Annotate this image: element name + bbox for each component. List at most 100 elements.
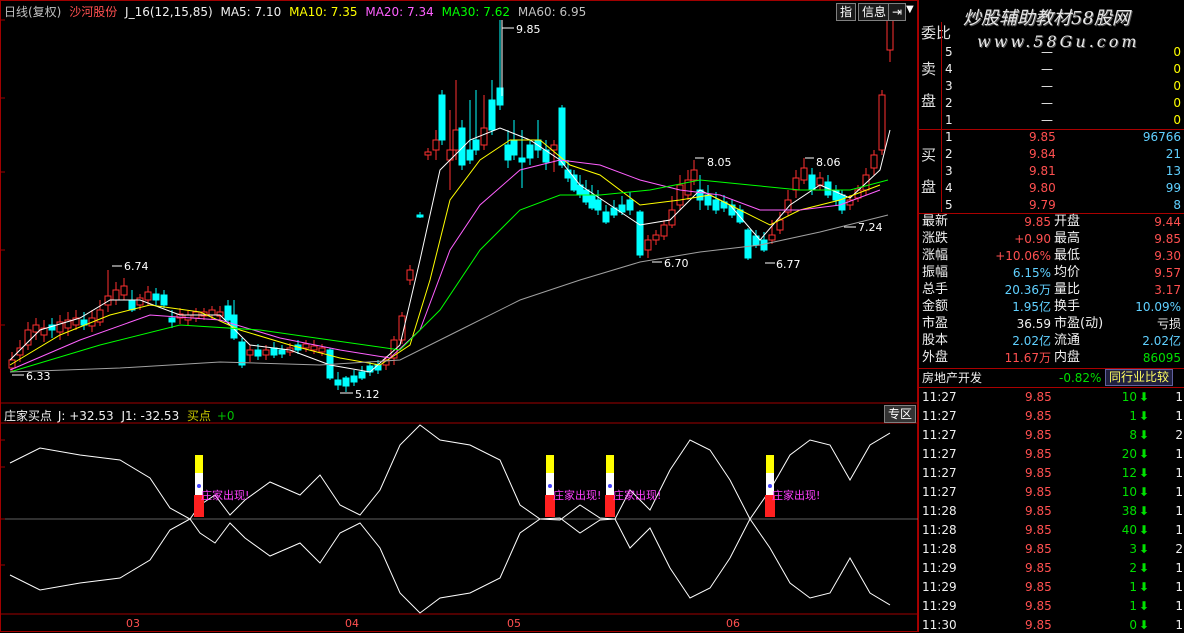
tick-row[interactable]: 11:27 9.85 10 ⬇ 1 [919, 484, 1184, 500]
sell-level-row[interactable]: 1 — 0 [919, 112, 1184, 128]
tick-count: 1 [1175, 409, 1183, 423]
tick-row[interactable]: 11:27 9.85 8 ⬇ 2 [919, 427, 1184, 443]
down-arrow-icon: ⬇ [1138, 599, 1149, 613]
candle-body [160, 294, 168, 306]
tick-row[interactable]: 11:27 9.85 20 ⬇ 1 [919, 446, 1184, 462]
signal-label-2: 庄家出现! [553, 489, 602, 502]
down-arrow-icon: ⬇ [1138, 542, 1149, 556]
candle-body [644, 239, 652, 251]
industry-compare-button[interactable]: 同行业比较 [1105, 369, 1174, 386]
buy-level-row[interactable]: 1 9.85 96766 [919, 129, 1184, 145]
buy-label-2: 盘 [921, 178, 937, 196]
tick-row[interactable]: 11:27 9.85 12 ⬇ 1 [919, 465, 1184, 481]
candle-body [594, 199, 602, 211]
tick-row[interactable]: 11:29 9.85 2 ⬇ 1 [919, 560, 1184, 576]
tick-row[interactable]: 11:29 9.85 1 ⬇ 1 [919, 579, 1184, 595]
candle-body [712, 199, 720, 211]
quote-row: 最新 9.85 开盘 9.44 [919, 214, 1184, 230]
zone-button[interactable]: 专区 [884, 405, 917, 423]
quote-row: 振幅 6.15% 均价 9.57 [919, 265, 1184, 281]
tick-row[interactable]: 11:28 9.85 40 ⬇ 1 [919, 522, 1184, 538]
candle-body [452, 129, 460, 151]
quote-value-left: 9.85 [1024, 215, 1051, 229]
x-axis-label-03: 03 [126, 617, 140, 630]
candle-body [318, 347, 326, 353]
candle-body [588, 194, 596, 209]
buy-level-row[interactable]: 3 9.81 13 [919, 163, 1184, 179]
tick-row[interactable]: 11:28 9.85 3 ⬇ 2 [919, 541, 1184, 557]
sell-level-row[interactable]: 4 — 0 [919, 61, 1184, 77]
candle-body [488, 99, 496, 131]
signal-label-4: 庄家出现! [772, 489, 821, 502]
sell-level-num: 5 [945, 45, 953, 59]
index-button[interactable]: 指 [836, 3, 857, 21]
candle-body [472, 139, 480, 151]
chevron-down-icon[interactable]: ▼ [906, 4, 914, 15]
sell-level-row[interactable]: 5 — 0 [919, 44, 1184, 60]
tick-volume: 20 [1121, 447, 1137, 461]
tick-volume: 40 [1121, 523, 1137, 537]
stock-name: 沙河股份 [69, 5, 118, 19]
sell-level-row[interactable]: 2 — 0 [919, 95, 1184, 111]
quote-value-left: 20.36万 [1004, 283, 1051, 297]
price-label-high-2: 9.85 [516, 23, 541, 36]
quote-value-left: 36.59 [1016, 317, 1051, 331]
candle-body [800, 167, 808, 181]
tick-row[interactable]: 11:29 9.85 1 ⬇ 1 [919, 598, 1184, 614]
ma30-label: MA30: 7.62 [441, 5, 511, 19]
tick-count: 2 [1175, 428, 1183, 442]
buy-level-row[interactable]: 4 9.80 99 [919, 180, 1184, 196]
down-arrow-icon: ⬇ [1138, 447, 1149, 461]
sub-indicator-name[interactable]: 庄家买点 [4, 409, 52, 423]
quote-value-left: +10.06% [995, 249, 1051, 263]
tick-row[interactable]: 11:27 9.85 1 ⬇ 1 [919, 408, 1184, 424]
tick-row[interactable]: 11:27 9.85 10 ⬇ 1 [919, 389, 1184, 405]
signal-marker-dot [608, 484, 612, 488]
tick-price: 9.85 [1025, 618, 1052, 632]
chart-canvas[interactable] [0, 0, 918, 632]
collapse-arrow-icon[interactable]: ⇥ [888, 3, 907, 21]
down-arrow-icon: ⬇ [1138, 580, 1149, 594]
sell-level-row[interactable]: 3 — 0 [919, 78, 1184, 94]
tick-count: 1 [1175, 561, 1183, 575]
tick-row[interactable]: 11:28 9.85 38 ⬇ 1 [919, 503, 1184, 519]
signal-bar-yellow [606, 455, 614, 473]
price-label-low-4: 6.77 [776, 258, 801, 271]
quote-value-left: +0.90 [1014, 232, 1051, 246]
candle-body [310, 345, 318, 351]
signal-bar-yellow [195, 455, 203, 473]
kline-chart[interactable]: 日线(复权) 沙河股份 J_16(12,15,85) MA5: 7.10 MA1… [0, 0, 918, 632]
down-arrow-icon: ⬇ [1138, 504, 1149, 518]
j1-line [9, 447, 891, 614]
signal-marker-dot [548, 484, 552, 488]
quote-key-left: 涨跌 [922, 231, 949, 246]
tick-count: 2 [1175, 542, 1183, 556]
x-axis-label-05: 05 [507, 617, 521, 630]
sell-level-volume: 0 [1173, 62, 1181, 76]
ma5-label: MA5: 7.10 [220, 5, 282, 19]
period-label[interactable]: 日线(复权) [4, 5, 61, 19]
buy-level-row[interactable]: 2 9.84 21 [919, 146, 1184, 162]
buy-level-row[interactable]: 5 9.79 8 [919, 197, 1184, 213]
j1-value: J1: -32.53 [121, 409, 180, 423]
tick-volume: 10 [1121, 390, 1137, 404]
watermark-title: 炒股辅助教材58股网 [963, 8, 1130, 29]
tick-volume: 1 [1129, 580, 1137, 594]
buy-level-volume: 8 [1173, 198, 1181, 212]
quote-value-right: 亏损 [1156, 317, 1181, 331]
tick-row[interactable]: 11:30 9.85 0 ⬇ 1 [919, 617, 1184, 633]
tick-price: 9.85 [1025, 580, 1052, 594]
candle-body [374, 364, 382, 371]
candle-body [676, 184, 684, 206]
quote-key-right: 开盘 [1054, 214, 1081, 229]
sell-level-num: 4 [945, 62, 953, 76]
tick-count: 1 [1175, 390, 1183, 404]
candle-body [564, 169, 572, 179]
candle-body [838, 194, 846, 211]
quote-value-right: 10.09% [1135, 300, 1181, 314]
industry-name[interactable]: 房地产开发 [922, 370, 982, 386]
quote-key-left: 最新 [922, 214, 949, 229]
tick-volume: 2 [1129, 561, 1137, 575]
quote-key-right: 最低 [1054, 248, 1081, 263]
info-button[interactable]: 信息 [858, 3, 891, 21]
